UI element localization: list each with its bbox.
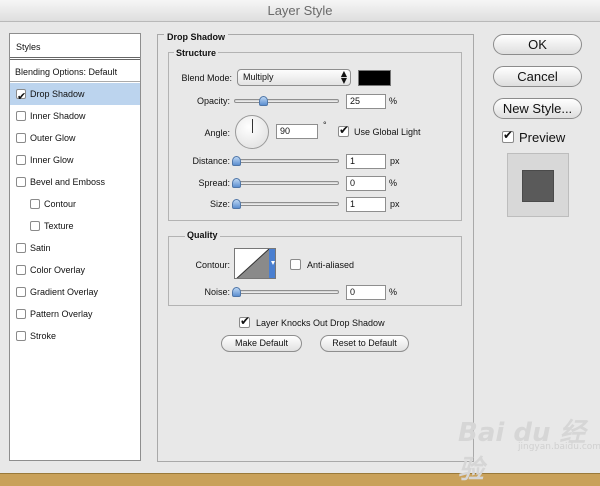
style-item-inner-shadow[interactable]: Inner Shadow (10, 105, 140, 127)
angle-label: Angle: (204, 128, 230, 138)
style-item-label: Pattern Overlay (30, 309, 93, 319)
styles-list: Styles Blending Options: Default Drop Sh… (9, 33, 141, 461)
noise-slider[interactable] (232, 287, 339, 297)
size-label: Size: (209, 199, 230, 209)
style-item-label: Contour (44, 199, 77, 209)
distance-slider-thumb[interactable] (232, 156, 241, 166)
style-item-label: Drop Shadow (30, 89, 85, 99)
preview-square (522, 170, 554, 202)
opacity-field[interactable]: 25 (346, 94, 386, 109)
distance-field[interactable]: 1 (346, 154, 386, 169)
distance-label: Distance: (192, 156, 230, 166)
style-item-label: Inner Glow (30, 155, 74, 165)
style-item-pattern-overlay[interactable]: Pattern Overlay (10, 303, 140, 325)
angle-unit: ° (323, 120, 327, 130)
angle-field[interactable]: 90 (276, 124, 318, 139)
style-item-contour[interactable]: Contour (10, 193, 140, 215)
style-item-inner-glow[interactable]: Inner Glow (10, 149, 140, 171)
preview-label: Preview (519, 130, 566, 145)
style-item-color-overlay[interactable]: Color Overlay (10, 259, 140, 281)
distance-slider[interactable] (232, 156, 339, 166)
baidu-watermark-logo: Bai du 经验 jingyan.baidu.com (458, 412, 600, 485)
contour-picker[interactable] (234, 248, 276, 279)
style-item-drop-shadow[interactable]: Drop Shadow (10, 83, 140, 108)
cancel-button[interactable]: Cancel (493, 66, 582, 87)
style-item-bevel-emboss[interactable]: Bevel and Emboss (10, 171, 140, 193)
blending-options-item[interactable]: Blending Options: Default (10, 62, 140, 82)
style-item-label: Gradient Overlay (30, 287, 99, 297)
pattern-overlay-checkbox[interactable] (16, 309, 26, 319)
stroke-checkbox[interactable] (16, 331, 26, 341)
contour-label: Contour: (195, 260, 230, 270)
use-global-light-checkbox[interactable] (338, 123, 349, 137)
panel-title: Drop Shadow (164, 32, 228, 42)
gradient-overlay-checkbox[interactable] (16, 287, 26, 297)
style-item-label: Texture (44, 221, 74, 231)
size-field[interactable]: 1 (346, 197, 386, 212)
preview-thumbnail (507, 153, 569, 217)
preview-checkbox[interactable] (502, 128, 514, 143)
distance-unit: px (390, 156, 400, 166)
size-slider-thumb[interactable] (232, 199, 241, 209)
style-item-label: Color Overlay (30, 265, 86, 275)
style-item-label: Bevel and Emboss (30, 177, 106, 187)
angle-dial[interactable] (235, 115, 269, 149)
style-item-label: Outer Glow (30, 133, 76, 143)
style-item-stroke[interactable]: Stroke (10, 325, 140, 347)
spread-slider[interactable] (232, 178, 339, 188)
style-item-label: Inner Shadow (30, 111, 86, 121)
knocks-out-label: Layer Knocks Out Drop Shadow (256, 318, 385, 328)
spread-unit: % (389, 178, 398, 188)
size-slider[interactable] (232, 199, 339, 209)
reset-to-default-button[interactable]: Reset to Default (320, 335, 409, 352)
style-item-label: Satin (30, 243, 51, 253)
bevel-emboss-checkbox[interactable] (16, 177, 26, 187)
noise-unit: % (389, 287, 398, 297)
new-style-button[interactable]: New Style... (493, 98, 582, 119)
noise-slider-thumb[interactable] (232, 287, 241, 297)
size-unit: px (390, 199, 400, 209)
drop-shadow-checkbox[interactable] (16, 86, 26, 108)
contour-preview-icon (236, 249, 275, 278)
shadow-color-swatch[interactable] (358, 70, 391, 86)
anti-aliased-label: Anti-aliased (307, 260, 355, 270)
style-item-label: Stroke (30, 331, 57, 341)
inner-shadow-checkbox[interactable] (16, 111, 26, 121)
style-item-satin[interactable]: Satin (10, 237, 140, 259)
structure-title: Structure (174, 48, 219, 58)
knocks-out-checkbox[interactable] (239, 314, 250, 328)
opacity-label: Opacity: (196, 96, 230, 106)
outer-glow-checkbox[interactable] (16, 133, 26, 143)
inner-glow-checkbox[interactable] (16, 155, 26, 165)
satin-checkbox[interactable] (16, 243, 26, 253)
noise-label: Noise: (204, 287, 230, 297)
watermark-sub: jingyan.baidu.com (518, 442, 600, 452)
texture-checkbox[interactable] (30, 221, 40, 231)
contour-checkbox[interactable] (30, 199, 40, 209)
ok-button[interactable]: OK (493, 34, 582, 55)
quality-title: Quality (185, 230, 220, 240)
spread-label: Spread: (198, 178, 230, 188)
spread-slider-thumb[interactable] (232, 178, 241, 188)
blend-mode-select[interactable]: Multiply ▲ ▼ (237, 69, 351, 86)
use-global-light-label: Use Global Light (354, 127, 421, 137)
style-item-texture[interactable]: Texture (10, 215, 140, 237)
blend-mode-label: Blend Mode: (181, 73, 232, 83)
make-default-button[interactable]: Make Default (221, 335, 302, 352)
opacity-slider[interactable] (234, 96, 339, 106)
blend-mode-value: Multiply (243, 72, 274, 82)
color-overlay-checkbox[interactable] (16, 265, 26, 275)
angle-needle-icon (252, 119, 253, 133)
window-title: Layer Style (0, 0, 600, 22)
layer-style-dialog: Layer Style Styles Blending Options: Def… (0, 0, 600, 485)
style-item-gradient-overlay[interactable]: Gradient Overlay (10, 281, 140, 303)
opacity-slider-thumb[interactable] (259, 96, 268, 106)
anti-aliased-checkbox[interactable] (290, 259, 301, 270)
noise-field[interactable]: 0 (346, 285, 386, 300)
opacity-unit: % (389, 96, 398, 106)
select-arrows-icon: ▲ ▼ (340, 69, 347, 85)
styles-header[interactable]: Styles (10, 34, 140, 60)
spread-field[interactable]: 0 (346, 176, 386, 191)
style-item-outer-glow[interactable]: Outer Glow (10, 127, 140, 149)
